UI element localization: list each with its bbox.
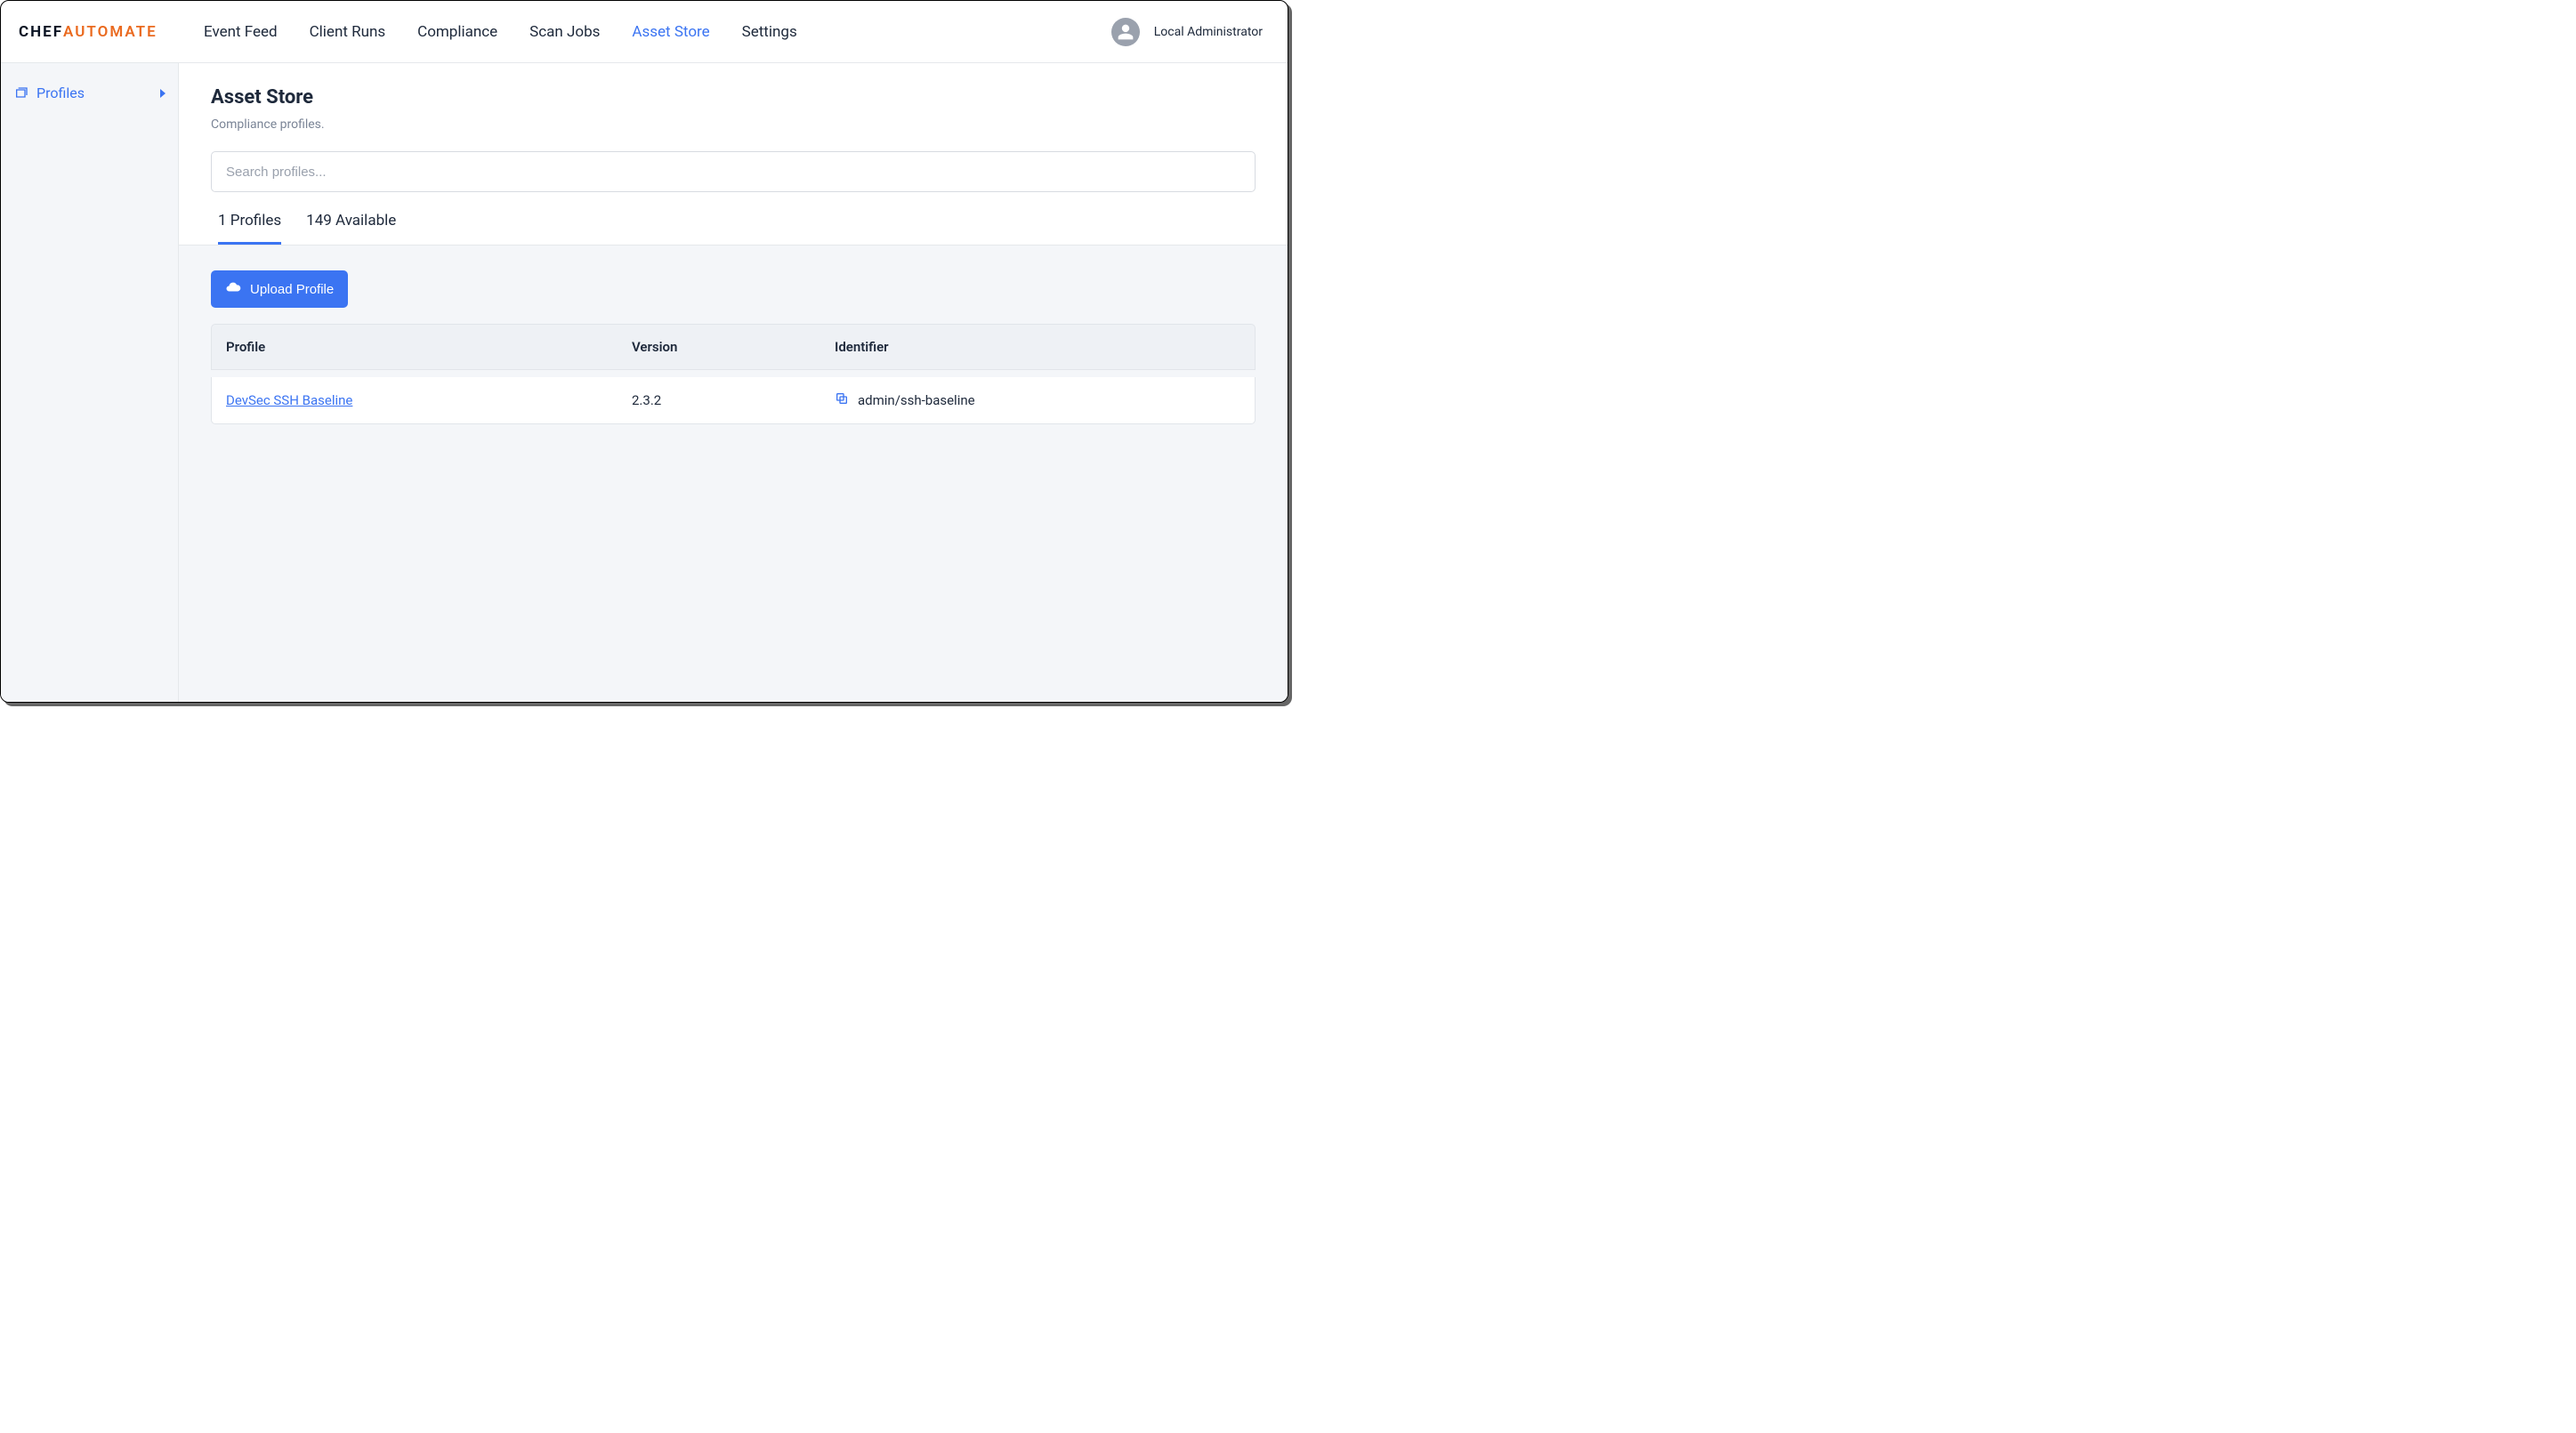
tab-available[interactable]: 149 Available bbox=[306, 212, 396, 245]
nav-asset-store[interactable]: Asset Store bbox=[632, 23, 709, 41]
th-profile: Profile bbox=[226, 339, 632, 355]
main: Asset Store Compliance profiles. 1 Profi… bbox=[179, 63, 1288, 702]
cell-identifier: admin/ssh-baseline bbox=[835, 391, 1240, 409]
nav-settings[interactable]: Settings bbox=[742, 23, 797, 41]
page-head: Asset Store Compliance profiles. bbox=[179, 63, 1288, 148]
username: Local Administrator bbox=[1154, 25, 1263, 39]
nav-client-runs[interactable]: Client Runs bbox=[310, 23, 386, 41]
copy-icon[interactable] bbox=[835, 391, 849, 409]
cell-version: 2.3.2 bbox=[632, 392, 835, 408]
body: Profiles Asset Store Compliance profiles… bbox=[1, 63, 1288, 702]
upload-profile-button[interactable]: Upload Profile bbox=[211, 270, 348, 308]
nav-event-feed[interactable]: Event Feed bbox=[204, 23, 278, 41]
cloud-upload-icon bbox=[225, 279, 241, 299]
nav-compliance[interactable]: Compliance bbox=[417, 23, 497, 41]
tab-profiles[interactable]: 1 Profiles bbox=[218, 212, 281, 245]
page-title: Asset Store bbox=[211, 86, 1256, 109]
topbar: CHEF AUTOMATE Event Feed Client Runs Com… bbox=[1, 1, 1288, 63]
profile-link[interactable]: DevSec SSH Baseline bbox=[226, 392, 352, 408]
chevron-right-icon bbox=[160, 89, 166, 98]
nav-scan-jobs[interactable]: Scan Jobs bbox=[529, 23, 600, 41]
logo-chef: CHEF bbox=[19, 23, 63, 41]
library-icon bbox=[13, 85, 29, 101]
tabs: 1 Profiles 149 Available bbox=[179, 192, 1288, 246]
avatar-icon bbox=[1111, 18, 1140, 46]
content: Upload Profile Profile Version Identifie… bbox=[179, 246, 1288, 702]
top-nav: Event Feed Client Runs Compliance Scan J… bbox=[204, 23, 797, 41]
th-version: Version bbox=[632, 339, 835, 355]
search-wrap bbox=[179, 148, 1288, 192]
sidebar-item-label: Profiles bbox=[36, 85, 85, 101]
page-subtitle: Compliance profiles. bbox=[211, 117, 1256, 132]
identifier-text: admin/ssh-baseline bbox=[858, 392, 975, 408]
sidebar: Profiles bbox=[1, 63, 179, 702]
profiles-table: Profile Version Identifier DevSec SSH Ba… bbox=[211, 324, 1256, 424]
sidebar-item-profiles[interactable]: Profiles bbox=[1, 79, 178, 107]
table-header: Profile Version Identifier bbox=[211, 324, 1256, 370]
app-shell: CHEF AUTOMATE Event Feed Client Runs Com… bbox=[0, 0, 1288, 703]
logo[interactable]: CHEF AUTOMATE bbox=[19, 23, 179, 41]
th-identifier: Identifier bbox=[835, 339, 1240, 355]
logo-automate: AUTOMATE bbox=[63, 23, 157, 41]
table-row[interactable]: DevSec SSH Baseline 2.3.2 admin/ssh-base… bbox=[211, 377, 1256, 424]
search-input[interactable] bbox=[211, 151, 1256, 192]
user-area[interactable]: Local Administrator bbox=[1111, 18, 1263, 46]
upload-label: Upload Profile bbox=[250, 282, 334, 297]
